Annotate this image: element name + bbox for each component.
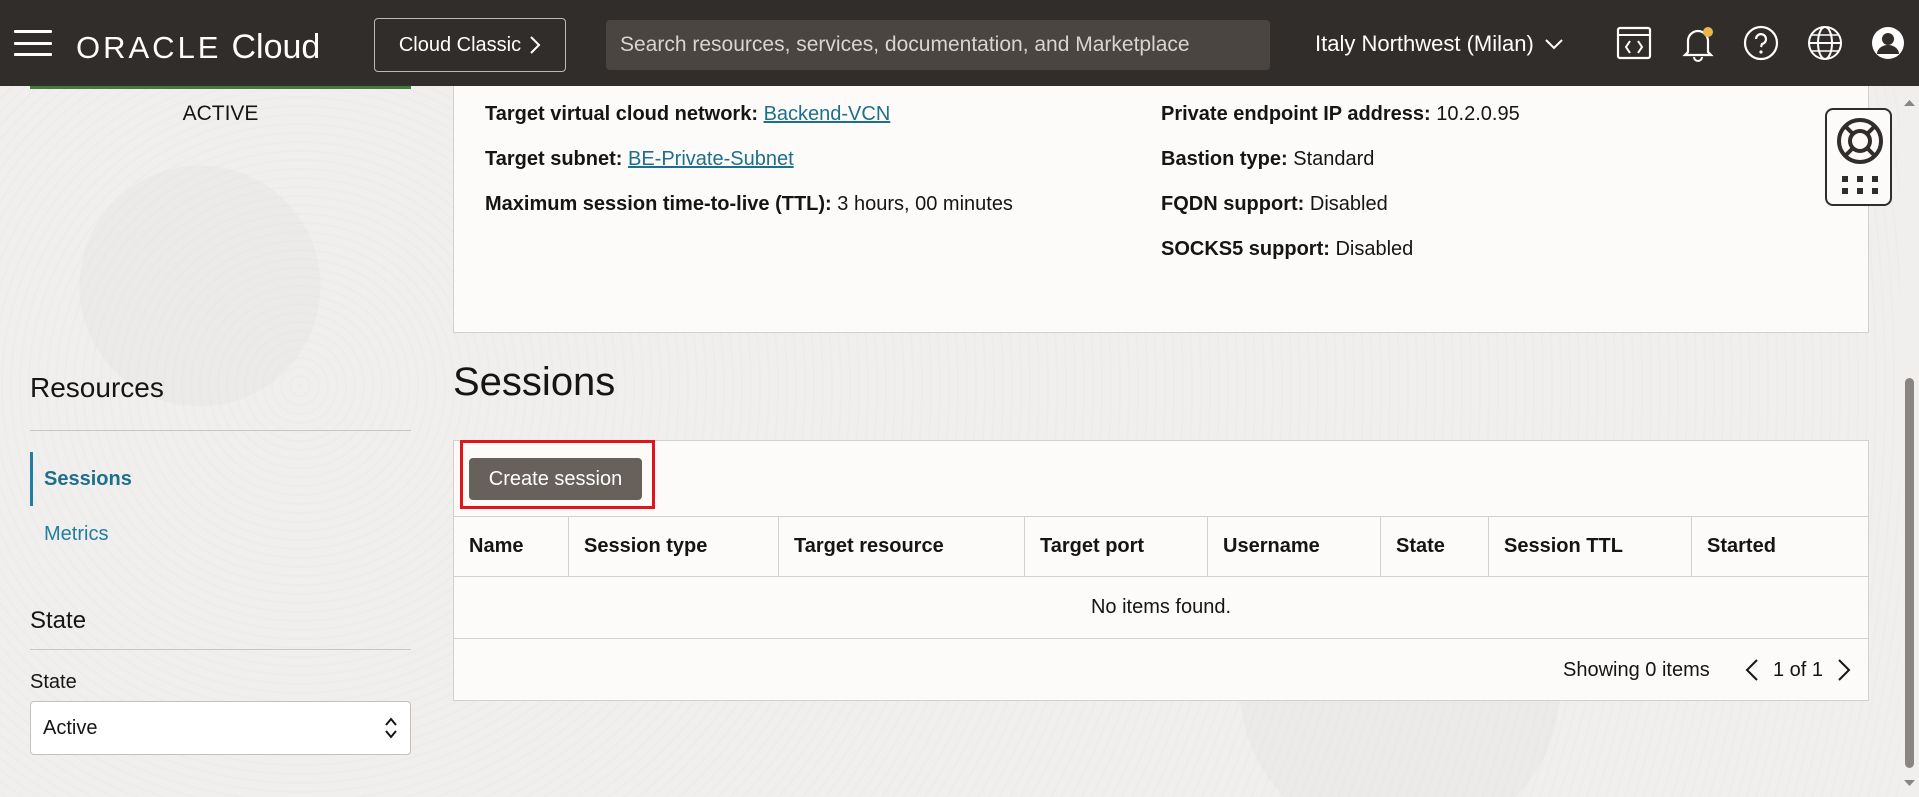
- fqdn-support-value: Disabled: [1309, 193, 1388, 215]
- resources-divider: [30, 430, 411, 431]
- bastion-type-row: Bastion type: Standard: [1161, 148, 1374, 171]
- target-vcn-link[interactable]: Backend-VCN: [764, 103, 891, 125]
- state-filter-label: State: [30, 671, 77, 693]
- column-header-session-type[interactable]: Session type: [569, 517, 779, 576]
- socks5-support-value: Disabled: [1335, 238, 1414, 260]
- annotation-highlight-box: [460, 440, 655, 509]
- cloud-classic-button[interactable]: Cloud Classic: [374, 18, 566, 72]
- user-profile-icon[interactable]: [1869, 24, 1907, 62]
- private-ip-row: Private endpoint IP address: 10.2.0.95: [1161, 103, 1520, 126]
- global-search-input[interactable]: Search resources, services, documentatio…: [606, 20, 1270, 70]
- column-header-session-ttl[interactable]: Session TTL: [1489, 517, 1692, 576]
- state-divider: [30, 649, 411, 650]
- logo-cloud-text: Cloud: [231, 28, 321, 66]
- scrollbar-thumb[interactable]: [1905, 378, 1914, 768]
- notifications-bell-icon[interactable]: [1679, 24, 1717, 62]
- bastion-type-label: Bastion type:: [1161, 148, 1288, 170]
- search-placeholder: Search resources, services, documentatio…: [620, 33, 1190, 56]
- column-header-name[interactable]: Name: [454, 517, 569, 576]
- showing-count-text: Showing 0 items: [1563, 658, 1710, 681]
- sessions-table-header: Name Session type Target resource Target…: [454, 516, 1868, 577]
- scroll-up-arrow-icon[interactable]: [1900, 96, 1919, 110]
- lifecycle-state-label: ACTIVE: [182, 102, 259, 125]
- chevron-down-icon: [1545, 39, 1563, 50]
- scroll-down-arrow-icon[interactable]: [1900, 776, 1919, 790]
- sidebar-item-sessions[interactable]: Sessions: [44, 468, 132, 491]
- target-vcn-label: Target virtual cloud network:: [485, 103, 758, 125]
- state-filter-select[interactable]: Active: [30, 701, 411, 755]
- top-navigation-bar: ORACLE Cloud Cloud Classic Search resour…: [0, 0, 1919, 86]
- bastion-type-value: Standard: [1293, 148, 1375, 170]
- pagination: 1 of 1: [1743, 655, 1853, 685]
- socks5-support-label: SOCKS5 support:: [1161, 238, 1330, 260]
- column-header-target-resource[interactable]: Target resource: [779, 517, 1025, 576]
- column-header-target-port[interactable]: Target port: [1025, 517, 1208, 576]
- region-selector[interactable]: Italy Northwest (Milan): [1315, 28, 1564, 60]
- apps-grid-icon: [1842, 176, 1878, 194]
- hamburger-menu-icon[interactable]: [14, 30, 52, 56]
- resources-heading: Resources: [30, 372, 164, 403]
- sessions-heading: Sessions: [453, 360, 616, 404]
- page-indicator: 1 of 1: [1773, 658, 1824, 681]
- help-question-icon[interactable]: [1742, 24, 1780, 62]
- previous-page-icon[interactable]: [1743, 657, 1761, 683]
- oracle-cloud-logo[interactable]: ORACLE Cloud: [76, 28, 320, 66]
- column-header-started[interactable]: Started: [1692, 517, 1868, 576]
- max-ttl-value: 3 hours, 00 minutes: [837, 193, 1013, 215]
- code-editor-icon[interactable]: [1615, 24, 1653, 62]
- target-subnet-row: Target subnet: BE-Private-Subnet: [485, 148, 794, 171]
- table-empty-message: No items found.: [454, 577, 1868, 639]
- items-count: Showing 0 items: [1563, 655, 1710, 685]
- chevron-right-icon: [530, 36, 541, 54]
- state-filter-heading: State: [30, 607, 87, 634]
- column-header-username[interactable]: Username: [1208, 517, 1381, 576]
- help-support-widget[interactable]: [1825, 108, 1892, 206]
- socks5-support-row: SOCKS5 support: Disabled: [1161, 238, 1413, 261]
- private-ip-label: Private endpoint IP address:: [1161, 103, 1431, 125]
- private-ip-value: 10.2.0.95: [1436, 103, 1520, 125]
- max-ttl-label: Maximum session time-to-live (TTL):: [485, 193, 832, 215]
- active-nav-indicator: [30, 452, 33, 506]
- next-page-icon[interactable]: [1835, 657, 1853, 683]
- cloud-classic-label: Cloud Classic: [398, 33, 522, 56]
- logo-oracle-text: ORACLE: [76, 30, 222, 65]
- max-ttl-row: Maximum session time-to-live (TTL): 3 ho…: [485, 193, 1013, 216]
- state-select-value: Active: [43, 716, 98, 739]
- target-vcn-row: Target virtual cloud network: Backend-VC…: [485, 103, 890, 126]
- fqdn-support-row: FQDN support: Disabled: [1161, 193, 1388, 216]
- sidebar-item-metrics[interactable]: Metrics: [44, 523, 108, 546]
- column-header-state[interactable]: State: [1381, 517, 1489, 576]
- lifebuoy-icon: [1837, 118, 1883, 164]
- fqdn-support-label: FQDN support:: [1161, 193, 1305, 215]
- target-subnet-label: Target subnet:: [485, 148, 623, 170]
- status-strip: [30, 86, 411, 89]
- target-subnet-link[interactable]: BE-Private-Subnet: [628, 148, 794, 170]
- region-label: Italy Northwest (Milan): [1315, 31, 1534, 56]
- select-updown-icon: [385, 717, 397, 739]
- language-globe-icon[interactable]: [1806, 24, 1844, 62]
